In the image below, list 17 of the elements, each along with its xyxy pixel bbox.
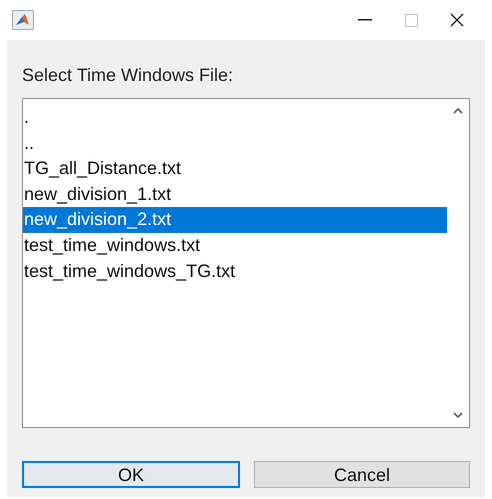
file-list-item[interactable]: test_time_windows.txt <box>23 232 447 259</box>
maximize-icon <box>404 14 418 26</box>
file-list-item[interactable]: new_division_2.txt <box>23 207 447 233</box>
app-logo-icon <box>12 10 34 30</box>
file-list-item[interactable]: test_time_windows_TG.txt <box>23 258 447 284</box>
list-label: Select Time Windows File: <box>22 64 234 86</box>
close-icon <box>450 13 464 27</box>
dialog-button[interactable]: OK <box>22 461 240 488</box>
dialog-button[interactable]: Cancel <box>254 461 470 488</box>
scroll-down-icon[interactable] <box>453 412 463 419</box>
file-list-item[interactable]: new_division_1.txt <box>23 182 447 208</box>
file-list-item[interactable]: TG_all_Distance.txt <box>23 156 447 182</box>
file-list-item[interactable]: .. <box>23 130 447 156</box>
scroll-up-icon[interactable] <box>453 107 463 114</box>
file-list-item[interactable]: . <box>23 105 447 131</box>
file-list[interactable]: . .. TG_all_Distance.txt new_division_1.txt new_division_2.txt test_time_windows.txt test_time_windows_TG.txt <box>22 98 470 428</box>
minimize-icon <box>358 19 372 21</box>
